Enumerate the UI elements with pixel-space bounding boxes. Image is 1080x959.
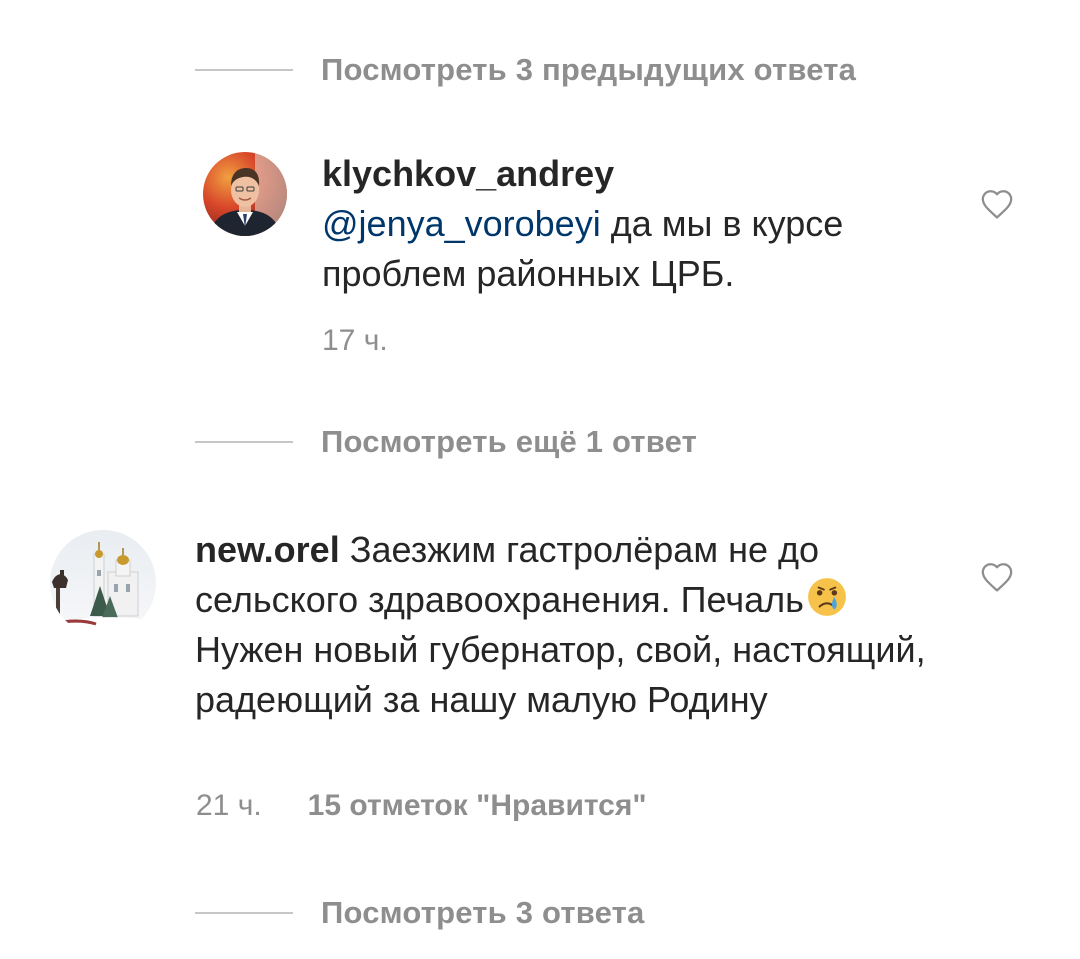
reply-mention-link[interactable]: @jenya_vorobeyi — [322, 203, 601, 244]
comment-text: new.orel Заезжим гастролёрам не до сельс… — [195, 525, 935, 725]
view-more-replies-label: Посмотреть ещё 1 ответ — [321, 424, 698, 459]
comment-meta: 21 ч. 15 отметок "Нравится" — [196, 788, 647, 824]
reply-comment-text: klychkov_andrey @jenya_vorobeyi да мы в … — [322, 149, 932, 299]
view-replies-label: Посмотреть 3 ответа — [321, 895, 645, 930]
thread-divider-line — [195, 912, 293, 914]
reply-meta: 17 ч. — [322, 323, 388, 359]
thread-divider-line — [195, 441, 293, 443]
comment-avatar[interactable] — [50, 530, 156, 636]
heart-outline-icon — [981, 563, 1013, 592]
view-replies-button[interactable]: Посмотреть 3 ответа — [195, 893, 644, 933]
comment-like-button[interactable] — [980, 561, 1014, 593]
thread-divider-line — [195, 69, 293, 71]
reply-timestamp: 17 ч. — [322, 324, 388, 357]
comment-likes-count[interactable]: 15 отметок "Нравится" — [308, 789, 647, 822]
comment-text-part2: Нужен новый губернатор, свой, настоящий,… — [195, 629, 926, 720]
avatar-cathedral-image — [50, 530, 156, 636]
crying-face-emoji — [808, 578, 846, 616]
view-previous-replies-label: Посмотреть 3 предыдущих ответа — [321, 52, 857, 87]
comment-timestamp: 21 ч. — [196, 789, 262, 822]
heart-outline-icon — [981, 190, 1013, 219]
reply-avatar[interactable] — [203, 152, 287, 236]
comment-username[interactable]: new.orel — [195, 529, 340, 570]
view-more-replies-button[interactable]: Посмотреть ещё 1 ответ — [195, 422, 697, 462]
reply-like-button[interactable] — [980, 188, 1014, 220]
avatar-portrait-image — [203, 152, 287, 236]
reply-username[interactable]: klychkov_andrey — [322, 153, 614, 194]
view-previous-replies-button[interactable]: Посмотреть 3 предыдущих ответа — [195, 50, 856, 90]
